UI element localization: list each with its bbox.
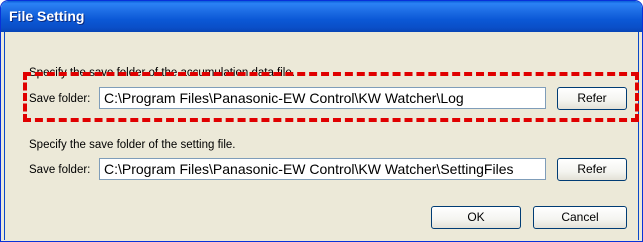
accumulation-instruction: Specify the save folder of the accumulat… bbox=[29, 67, 295, 79]
setting-instruction: Specify the save folder of the setting f… bbox=[29, 139, 236, 151]
accumulation-save-folder-label: Save folder: bbox=[29, 93, 91, 105]
setting-save-folder-label: Save folder: bbox=[29, 164, 91, 176]
cancel-button[interactable]: Cancel bbox=[533, 206, 627, 229]
ok-button[interactable]: OK bbox=[431, 206, 521, 229]
accumulation-folder-input[interactable]: C:\Program Files\Panasonic-EW Control\KW… bbox=[99, 87, 546, 109]
dialog-title: File Setting bbox=[9, 8, 85, 24]
title-bar[interactable]: File Setting bbox=[1, 1, 642, 32]
accumulation-refer-button[interactable]: Refer bbox=[557, 87, 627, 110]
setting-folder-input[interactable]: C:\Program Files\Panasonic-EW Control\KW… bbox=[99, 158, 546, 180]
setting-refer-button[interactable]: Refer bbox=[557, 158, 627, 181]
file-setting-dialog: File Setting Specify the save folder of … bbox=[0, 0, 643, 242]
